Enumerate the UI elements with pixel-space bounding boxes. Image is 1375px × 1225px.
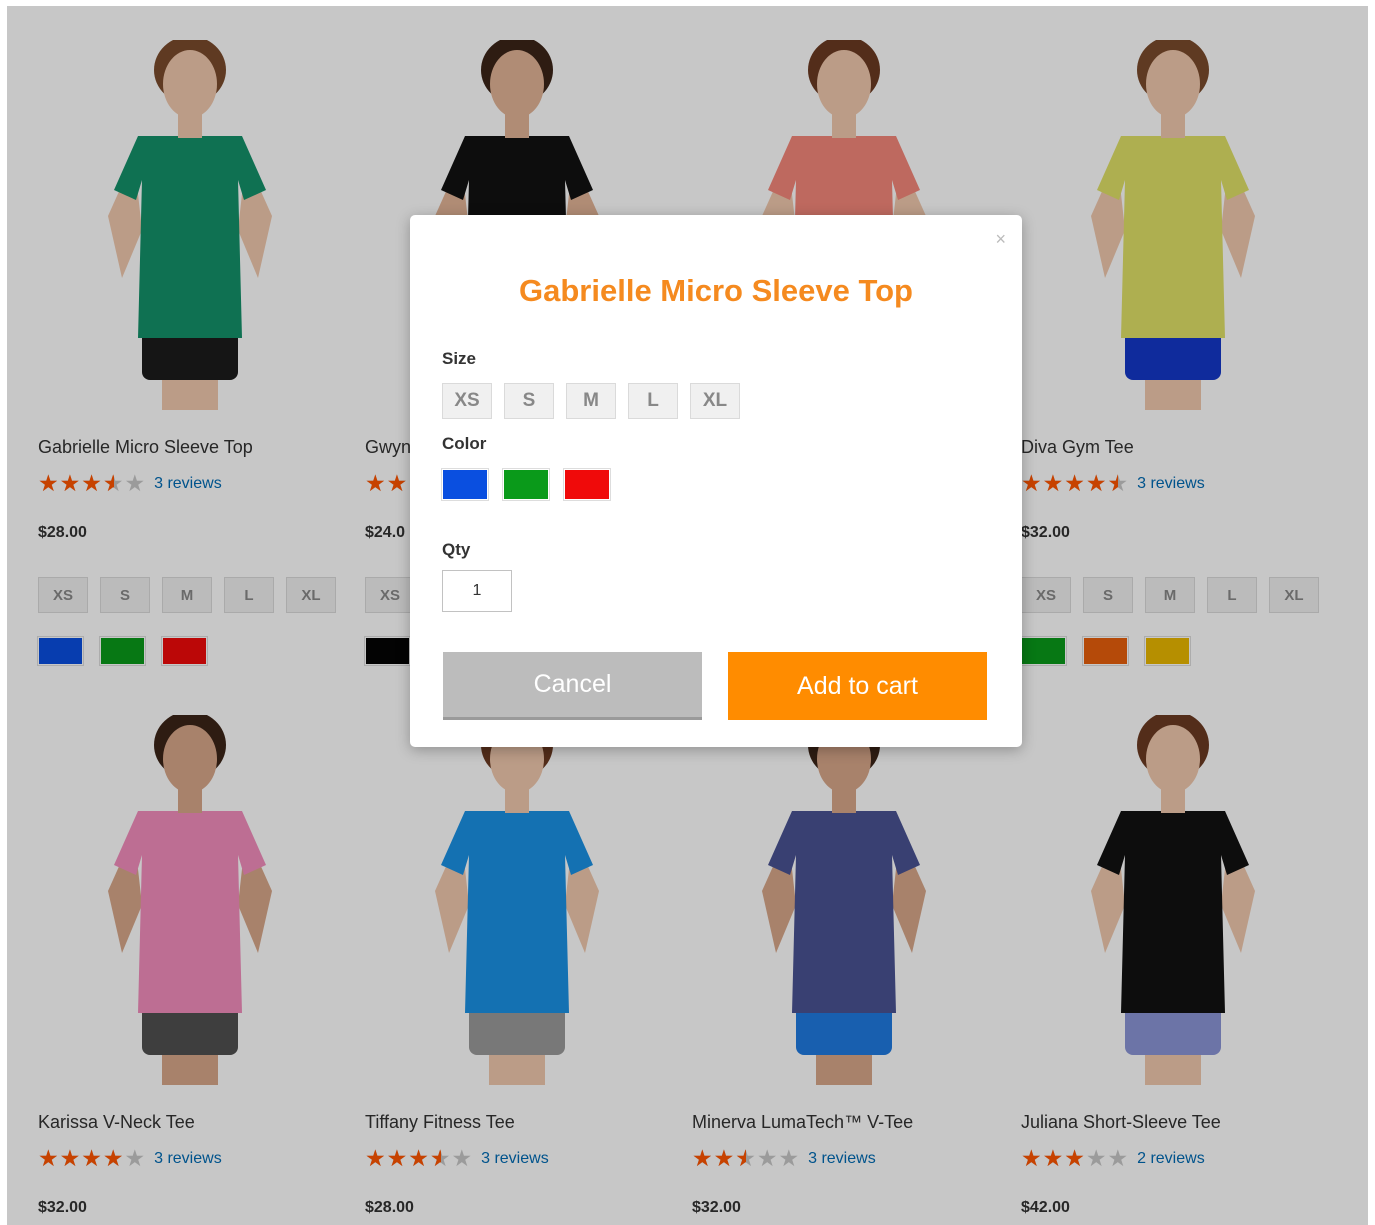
close-icon[interactable]: ×	[995, 229, 1006, 250]
modal-title: Gabrielle Micro Sleeve Top	[519, 273, 913, 308]
modal-color-options	[441, 468, 611, 501]
size-label: Size	[442, 349, 477, 368]
add-to-cart-button[interactable]: Add to cart	[728, 652, 987, 720]
color-option-green[interactable]	[502, 468, 550, 501]
cancel-button[interactable]: Cancel	[443, 652, 702, 720]
size-option-l[interactable]: L	[628, 383, 678, 419]
modal-size-options: XS S M L XL	[442, 383, 740, 419]
qty-input[interactable]	[442, 570, 512, 612]
color-label: Color	[442, 434, 487, 453]
size-option-s[interactable]: S	[504, 383, 554, 419]
color-option-blue[interactable]	[441, 468, 489, 501]
size-option-m[interactable]: M	[566, 383, 616, 419]
add-to-cart-modal: × Gabrielle Micro Sleeve Top Size XS S M…	[410, 215, 1022, 747]
size-option-xl[interactable]: XL	[690, 383, 740, 419]
size-option-xs[interactable]: XS	[442, 383, 492, 419]
color-option-red[interactable]	[563, 468, 611, 501]
qty-label: Qty	[442, 540, 471, 559]
